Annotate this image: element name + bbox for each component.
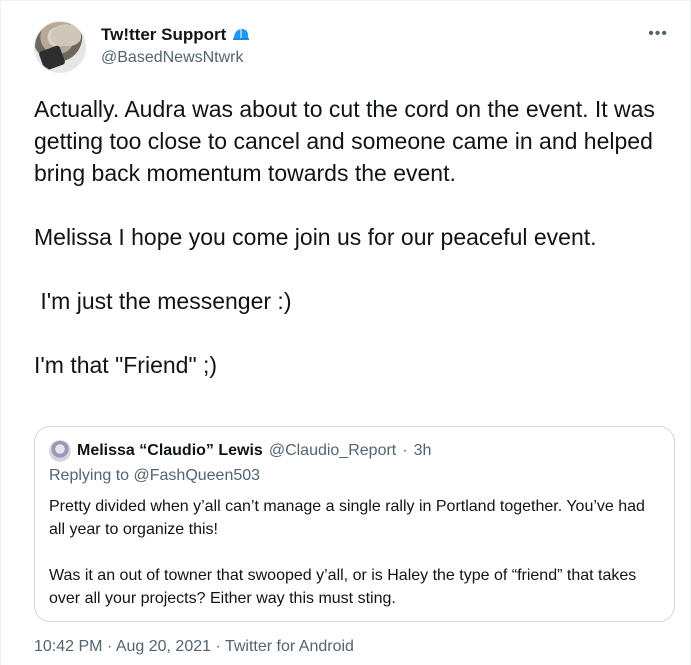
- meta-separator: ·: [215, 638, 221, 655]
- tweet-date[interactable]: Aug 20, 2021: [116, 638, 211, 655]
- author-avatar[interactable]: [34, 21, 86, 73]
- tweet-paragraph: Actually. Audra was about to cut the cor…: [34, 96, 655, 186]
- quoted-author-handle: @Claudio_Report: [268, 442, 397, 459]
- author-name-row[interactable]: Tw!tter Support: [101, 25, 250, 45]
- quoted-paragraph: Pretty divided when y’all can’t manage a…: [49, 498, 645, 538]
- tweet-time[interactable]: 10:42 PM: [34, 638, 102, 655]
- quoted-tweet-header: Melissa “Claudio” Lewis @Claudio_Report …: [49, 440, 431, 462]
- quoted-author-name: Melissa “Claudio” Lewis: [77, 442, 263, 459]
- quoted-tweet-text: Pretty divided when y’all can’t manage a…: [49, 495, 664, 610]
- replying-to-handle: @FashQueen503: [133, 467, 261, 484]
- quoted-separator: ·: [402, 442, 408, 459]
- tweet-source[interactable]: Twitter for Android: [225, 638, 354, 655]
- replying-to-label: Replying to: [49, 467, 130, 484]
- author-handle[interactable]: @BasedNewsNtwrk: [101, 49, 244, 67]
- quoted-tweet[interactable]: Melissa “Claudio” Lewis @Claudio_Report …: [34, 426, 675, 622]
- tweet-paragraph: I'm that "Friend" ;): [34, 352, 218, 378]
- tweet-paragraph: Melissa I hope you come join us for our …: [34, 224, 597, 250]
- avatar-hair: [51, 24, 81, 46]
- tweet-metadata: 10:42 PM · Aug 20, 2021 · Twitter for An…: [34, 638, 354, 656]
- quoted-replying-to: Replying to @FashQueen503: [49, 467, 260, 485]
- quoted-paragraph: Was it an out of towner that swooped y’a…: [49, 567, 637, 607]
- quoted-author-avatar: [49, 440, 71, 462]
- tweet-detail: Tw!tter Support @BasedNewsNtwrk ••• Actu…: [0, 0, 691, 665]
- tweet-paragraph: I'm just the messenger :): [34, 288, 292, 314]
- avatar-phone: [38, 44, 66, 72]
- tweet-text: Actually. Audra was about to cut the cor…: [34, 93, 684, 381]
- quoted-time: 3h: [413, 442, 432, 459]
- author-display-name[interactable]: Tw!tter Support: [101, 25, 226, 45]
- blue-cap-icon: [233, 29, 250, 40]
- meta-separator: ·: [106, 638, 113, 655]
- more-options-icon[interactable]: •••: [648, 25, 668, 43]
